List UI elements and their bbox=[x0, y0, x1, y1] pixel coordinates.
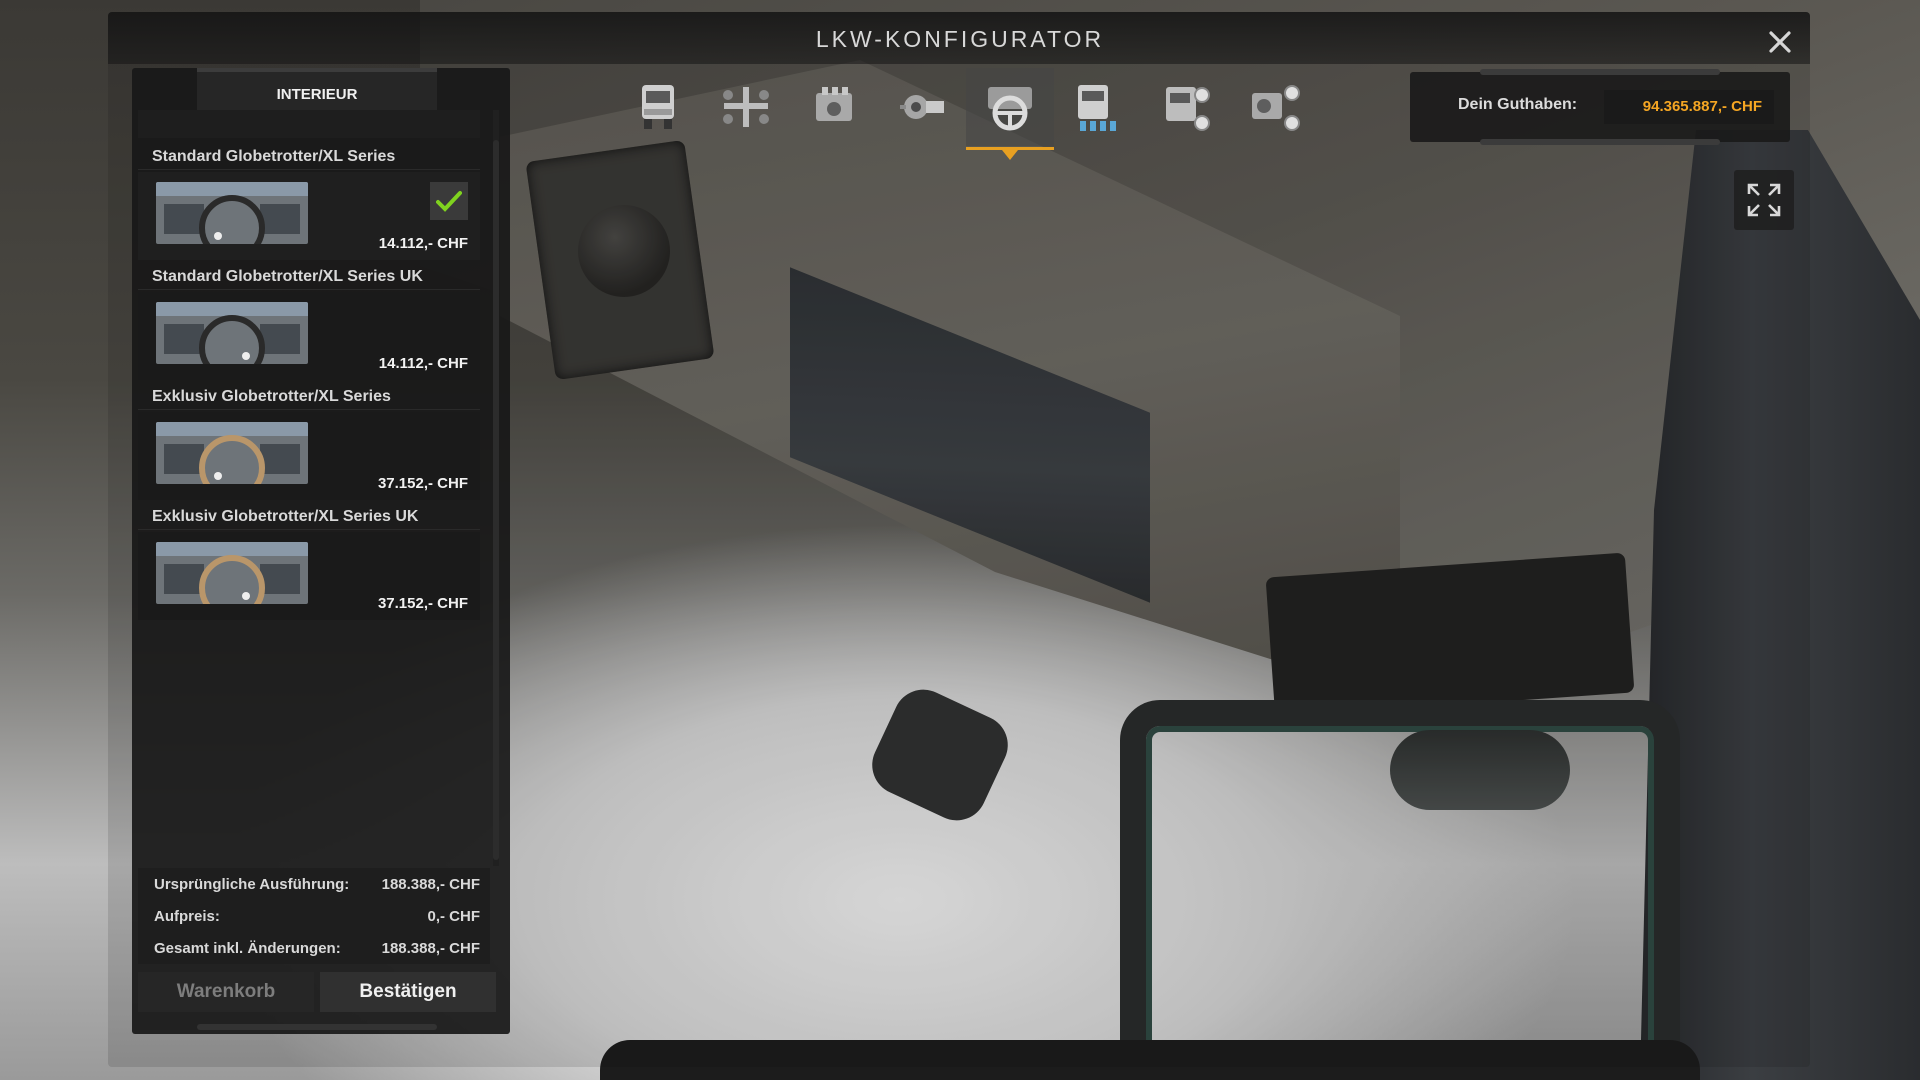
balance-value: 94.365.887,- CHF bbox=[1604, 90, 1774, 124]
option-title: Exklusiv Globetrotter/XL Series UK bbox=[138, 500, 480, 530]
cabin-icon bbox=[1078, 85, 1116, 131]
truck-side-icon bbox=[1166, 87, 1210, 131]
panel-header: INTERIEUR bbox=[197, 68, 437, 110]
engine-icon bbox=[816, 87, 852, 121]
option-standard-xl[interactable]: 14.112,- CHF bbox=[138, 172, 480, 260]
summary-original-value: 188.388,- CHF bbox=[381, 876, 480, 893]
option-thumbnail bbox=[156, 182, 308, 244]
balance-label: Dein Guthaben: bbox=[1458, 96, 1578, 113]
option-title: Exklusiv Globetrotter/XL Series bbox=[138, 380, 480, 410]
option-price: 37.152,- CHF bbox=[377, 475, 468, 492]
axle-icon bbox=[723, 87, 769, 127]
option-standard-xl-uk[interactable]: 14.112,- CHF bbox=[138, 292, 480, 380]
checkmark-icon bbox=[436, 191, 462, 212]
scrollbar-thumb[interactable] bbox=[493, 140, 499, 860]
fullscreen-button[interactable] bbox=[1734, 170, 1794, 230]
option-price: 14.112,- CHF bbox=[378, 355, 468, 372]
fullscreen-icon bbox=[1747, 183, 1781, 217]
tab-transmission[interactable] bbox=[878, 68, 966, 146]
summary-original: Ursprüngliche Ausführung: 188.388,- CHF bbox=[154, 876, 480, 893]
gearbox-icon bbox=[900, 95, 944, 119]
truck-front-icon bbox=[642, 85, 674, 129]
panel-subheader bbox=[138, 110, 480, 138]
dashboard-thumbnail bbox=[156, 422, 308, 484]
steering-wheel-icon bbox=[988, 87, 1032, 131]
option-exklusiv-xl-uk[interactable]: 37.152,- CHF bbox=[138, 532, 480, 620]
option-price: 37.152,- CHF bbox=[377, 595, 468, 612]
tab-accessories[interactable] bbox=[1230, 68, 1318, 146]
parts-icon bbox=[1252, 85, 1300, 131]
dashboard-thumbnail bbox=[156, 542, 308, 604]
balance-deco-top bbox=[1480, 69, 1720, 75]
option-thumbnail bbox=[156, 422, 308, 484]
category-tabs bbox=[614, 68, 1318, 160]
close-button[interactable] bbox=[1762, 24, 1798, 60]
option-exklusiv-xl[interactable]: 37.152,- CHF bbox=[138, 412, 480, 500]
option-title: Standard Globetrotter/XL Series UK bbox=[138, 260, 480, 290]
summary-original-label: Ursprüngliche Ausführung: bbox=[154, 876, 350, 893]
tab-cabin[interactable] bbox=[1054, 68, 1142, 146]
tab-interior[interactable] bbox=[966, 68, 1054, 160]
tab-chassis[interactable] bbox=[614, 68, 702, 146]
summary-surcharge: Aufpreis: 0,- CHF bbox=[154, 908, 480, 925]
close-icon bbox=[1769, 31, 1791, 53]
option-title: Standard Globetrotter/XL Series bbox=[138, 140, 480, 170]
tab-chassis-config[interactable] bbox=[702, 68, 790, 146]
price-summary: Ursprüngliche Ausführung: 188.388,- CHF … bbox=[138, 868, 490, 964]
dashboard-thumbnail bbox=[156, 182, 308, 244]
option-thumbnail bbox=[156, 302, 308, 364]
option-price: 14.112,- CHF bbox=[378, 235, 468, 252]
cart-button[interactable]: Warenkorb bbox=[138, 972, 314, 1012]
tab-chassis-parts[interactable] bbox=[1142, 68, 1230, 146]
summary-total-label: Gesamt inkl. Änderungen: bbox=[154, 940, 341, 957]
option-thumbnail bbox=[156, 542, 308, 604]
panel-footer-deco bbox=[197, 1024, 437, 1030]
summary-surcharge-label: Aufpreis: bbox=[154, 908, 220, 925]
summary-total-value: 188.388,- CHF bbox=[381, 940, 480, 957]
summary-total: Gesamt inkl. Änderungen: 188.388,- CHF bbox=[154, 940, 480, 957]
balance-deco-bottom bbox=[1480, 139, 1720, 145]
summary-surcharge-value: 0,- CHF bbox=[427, 908, 481, 925]
dashboard-thumbnail bbox=[156, 302, 308, 364]
window-title: LKW-KONFIGURATOR bbox=[815, 26, 1105, 52]
balance-box: Dein Guthaben: 94.365.887,- CHF bbox=[1410, 69, 1790, 145]
selected-checkmark bbox=[430, 182, 468, 220]
confirm-button[interactable]: Bestätigen bbox=[320, 972, 496, 1012]
tab-engine[interactable] bbox=[790, 68, 878, 146]
